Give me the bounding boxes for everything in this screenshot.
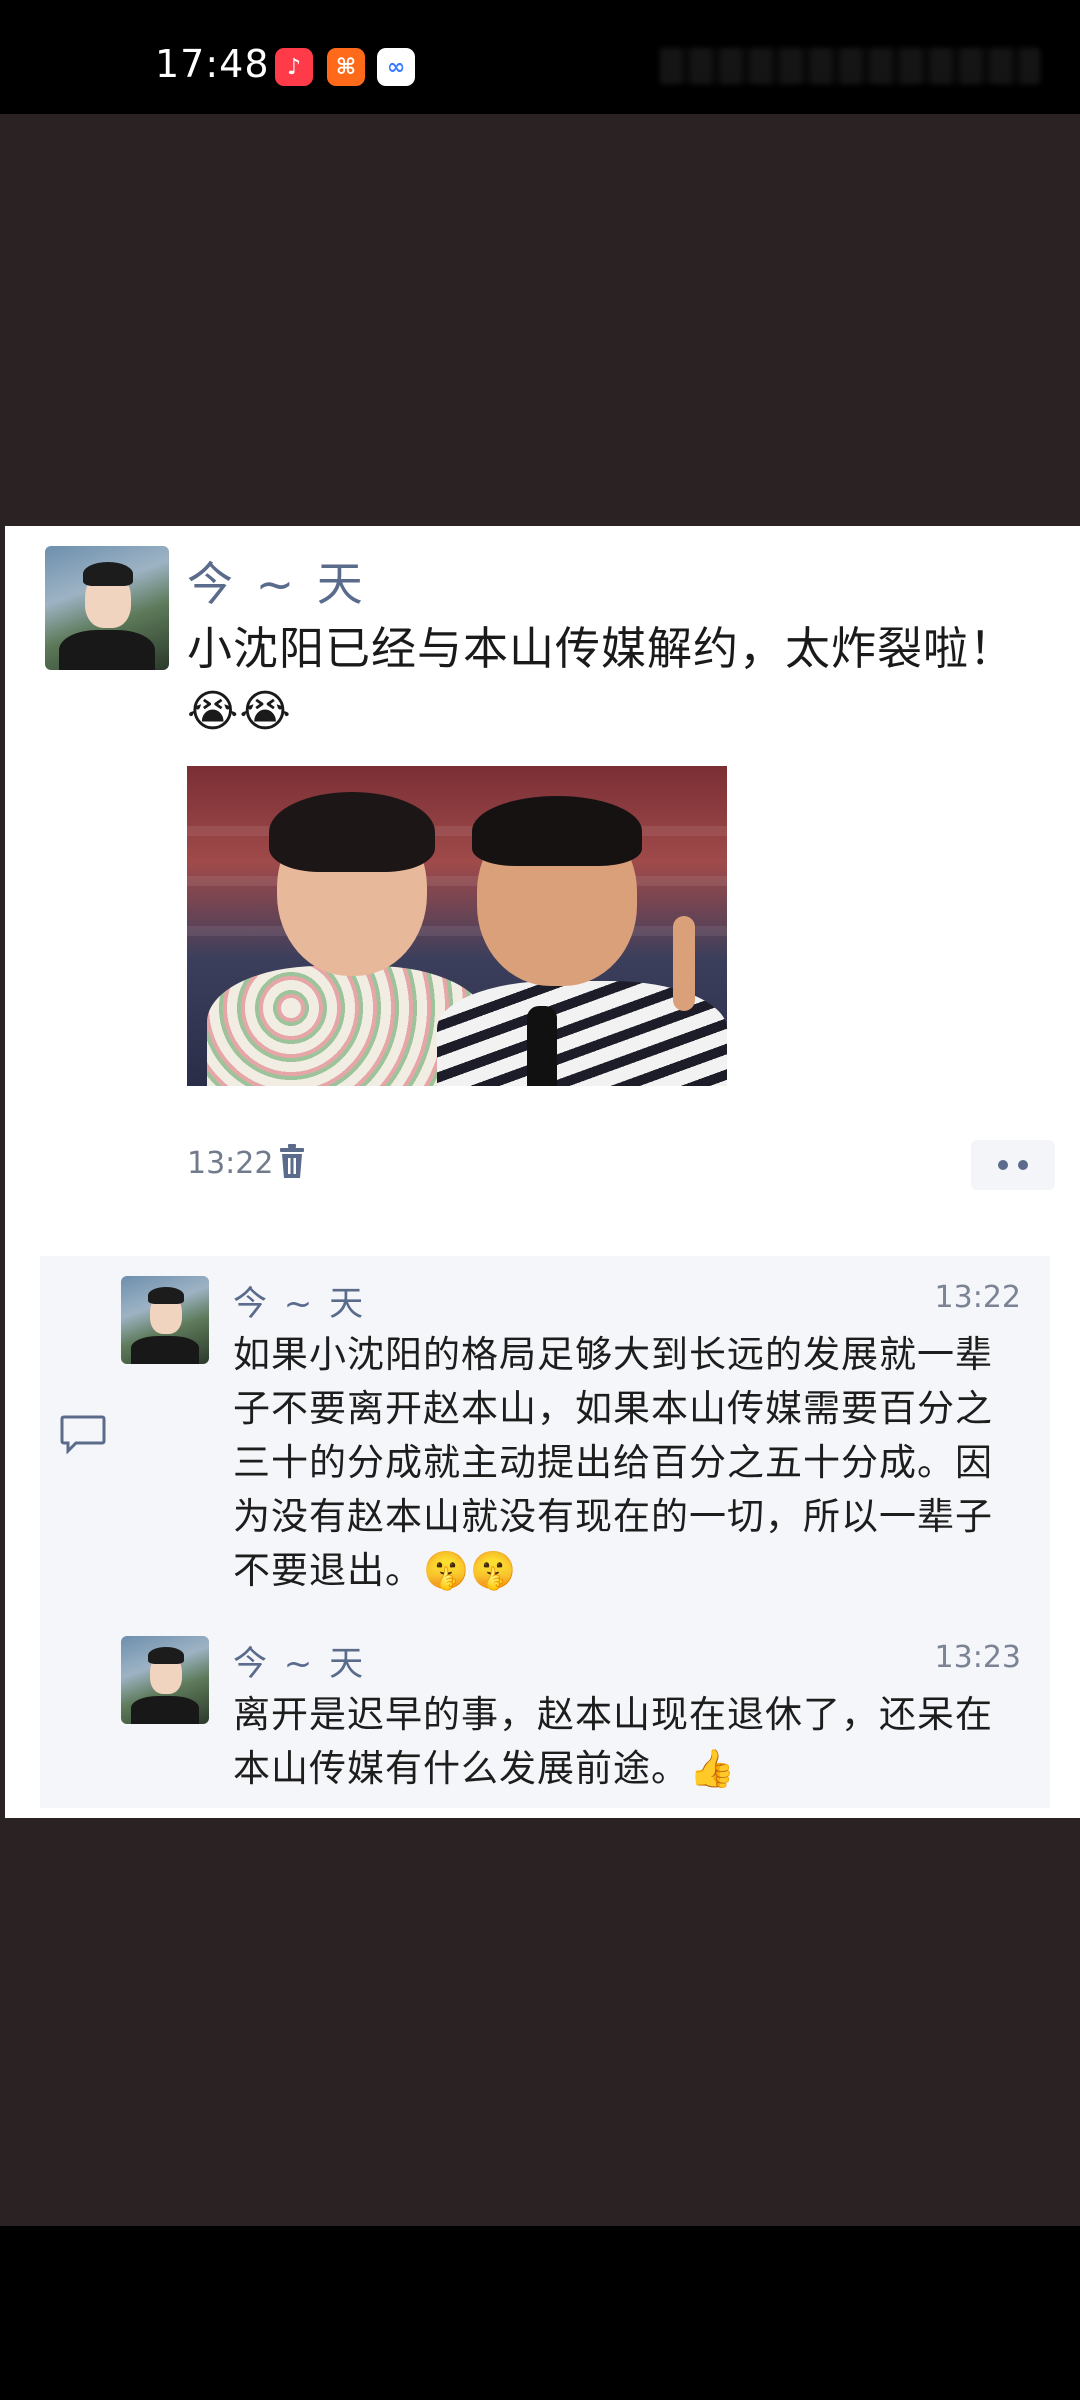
comment-author-name[interactable]: 今 ~ 天 xyxy=(233,1276,366,1325)
post-image[interactable] xyxy=(187,766,727,1086)
avatar[interactable] xyxy=(121,1276,209,1364)
moment-card: 今 ~ 天 小沈阳已经与本山传媒解约，太炸裂啦！ 😭😭 13:22 今 ~ 天 … xyxy=(5,526,1080,1818)
dot-icon xyxy=(1018,1160,1028,1170)
trash-icon[interactable] xyxy=(277,1144,307,1180)
comment-icon[interactable] xyxy=(60,1414,106,1454)
post-author-name[interactable]: 今 ~ 天 xyxy=(187,548,367,614)
dark-backdrop-top xyxy=(0,114,1080,526)
post-emojis: 😭😭 xyxy=(187,686,292,737)
dot-icon xyxy=(998,1160,1008,1170)
comment-timestamp: 13:23 xyxy=(934,1640,1021,1675)
avatar[interactable] xyxy=(45,546,169,670)
more-options-button[interactable] xyxy=(971,1140,1055,1190)
music-app-icon: ♪ xyxy=(275,48,313,86)
comment-timestamp: 13:22 xyxy=(934,1280,1021,1315)
comment-text: 离开是迟早的事，赵本山现在退休了，还呆在本山传媒有什么发展前途。👍 xyxy=(233,1693,993,1790)
status-indicators xyxy=(660,48,1040,84)
post-text: 小沈阳已经与本山传媒解约，太炸裂啦！ 😭😭 xyxy=(187,618,1047,743)
status-clock: 17:48 xyxy=(155,42,270,86)
comment-item[interactable]: 今 ~ 天 13:22 如果小沈阳的格局足够大到长远的发展就一辈子不要离开赵本山… xyxy=(121,1276,1021,1606)
status-bar: 17:48 ♪ ⌘ ∞ xyxy=(0,0,1080,114)
navigation-bar xyxy=(0,2226,1080,2400)
post-timestamp: 13:22 xyxy=(187,1146,274,1181)
comment-author-name[interactable]: 今 ~ 天 xyxy=(233,1636,366,1685)
avatar[interactable] xyxy=(121,1636,209,1724)
cloud-app-icon: ∞ xyxy=(377,48,415,86)
dark-backdrop-bottom xyxy=(0,1818,1080,2226)
comment-text: 如果小沈阳的格局足够大到长远的发展就一辈子不要离开赵本山，如果本山传媒需要百分之… xyxy=(233,1333,993,1592)
comment-item[interactable]: 今 ~ 天 13:23 离开是迟早的事，赵本山现在退休了，还呆在本山传媒有什么发… xyxy=(121,1636,1021,1806)
shopping-app-icon: ⌘ xyxy=(327,48,365,86)
post-text-body: 小沈阳已经与本山传媒解约，太炸裂啦！ xyxy=(187,622,1016,675)
